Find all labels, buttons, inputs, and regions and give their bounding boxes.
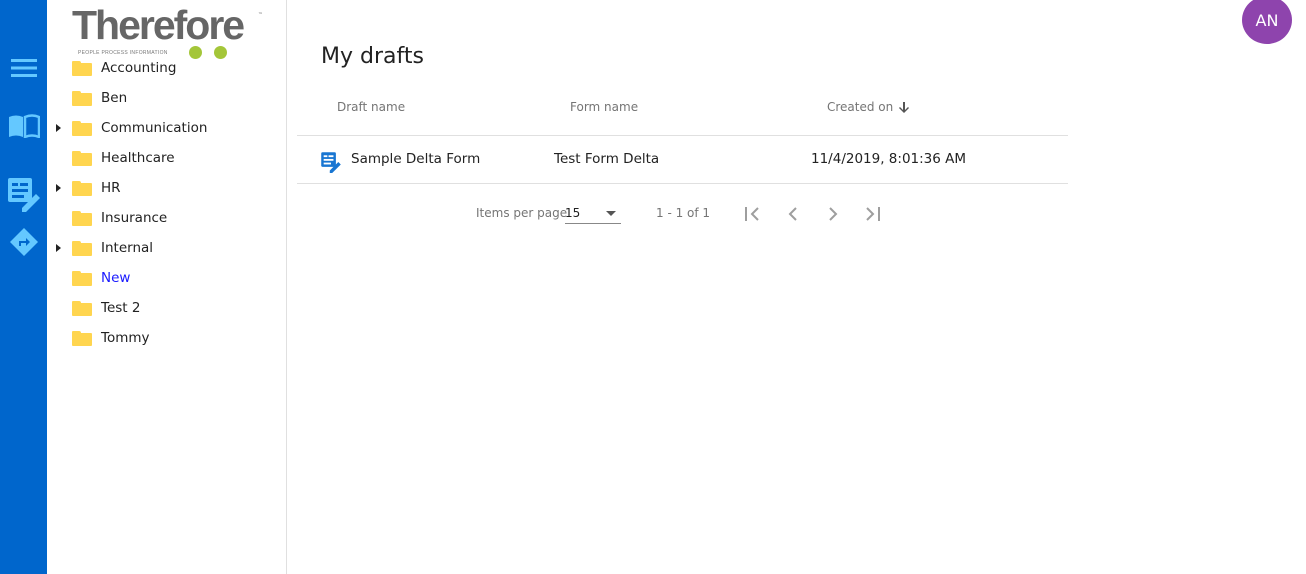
column-header-created-on-label: Created on — [827, 100, 894, 114]
folder-label: Communication — [101, 120, 208, 136]
folder-tree-item[interactable]: Insurance — [47, 203, 286, 233]
open-book-icon — [8, 114, 40, 138]
column-header-created-on[interactable]: Created on — [827, 100, 910, 114]
folder-label: Healthcare — [101, 150, 175, 166]
items-per-page-label: Items per page — [476, 206, 568, 220]
folder-label: New — [101, 270, 131, 286]
table-row[interactable]: Sample Delta Form Test Form Delta 11/4/2… — [297, 136, 1068, 184]
column-header-draft-name[interactable]: Draft name — [337, 100, 405, 114]
paginator: Items per page 15 1 - 1 of 1 — [297, 200, 1068, 228]
drafts-table: Draft name Form name Created on Sample D… — [297, 88, 1068, 184]
logo-wordmark: Therefore — [72, 2, 245, 48]
library-button[interactable] — [0, 106, 47, 146]
folder-tree-item[interactable]: Internal — [47, 233, 286, 263]
folder-icon — [72, 151, 92, 166]
folder-label: Accounting — [101, 60, 177, 76]
sort-descending-icon — [899, 101, 910, 113]
items-per-page-value: 15 — [565, 206, 581, 220]
items-per-page-select[interactable]: 15 — [565, 202, 621, 224]
main-content: My drafts Draft name Form name Created o… — [297, 0, 1097, 574]
next-page-button[interactable] — [819, 200, 847, 228]
folder-tree-item[interactable]: Tommy — [47, 323, 286, 353]
folder-icon — [72, 121, 92, 136]
cell-form-name: Test Form Delta — [554, 151, 660, 167]
folder-icon — [72, 211, 92, 226]
folder-tree-item[interactable]: Test 2 — [47, 293, 286, 323]
drafts-button[interactable] — [0, 174, 47, 214]
last-page-icon — [866, 207, 880, 221]
folder-tree-item[interactable]: Communication — [47, 113, 286, 143]
folder-icon — [72, 241, 92, 256]
folder-tree-item[interactable]: New — [47, 263, 286, 293]
page-title: My drafts — [321, 44, 424, 69]
expand-caret-icon[interactable] — [56, 124, 61, 132]
folder-icon — [72, 271, 92, 286]
folder-icon — [72, 301, 92, 316]
menu-button[interactable] — [0, 48, 47, 88]
hamburger-menu-icon — [10, 59, 37, 77]
expand-caret-icon[interactable] — [56, 184, 61, 192]
dropdown-caret-icon — [606, 211, 616, 216]
cell-draft-name: Sample Delta Form — [351, 151, 481, 167]
folder-tree-panel: Therefore ™ PEOPLE PROCESS INFORMATION A… — [47, 0, 287, 574]
first-page-button[interactable] — [739, 200, 767, 228]
therefore-logo: Therefore ™ PEOPLE PROCESS INFORMATION — [72, 2, 272, 60]
previous-page-button[interactable] — [779, 200, 807, 228]
folder-label: Ben — [101, 90, 128, 106]
expand-caret-icon[interactable] — [56, 244, 61, 252]
folder-icon — [72, 61, 92, 76]
column-header-form-name[interactable]: Form name — [570, 100, 638, 114]
folder-label: Tommy — [101, 330, 150, 346]
chevron-left-icon — [788, 207, 797, 221]
folder-tree-item[interactable]: Ben — [47, 83, 286, 113]
navigation-rail — [0, 0, 47, 574]
user-avatar[interactable]: AN — [1242, 0, 1292, 44]
last-page-button[interactable] — [859, 200, 887, 228]
folder-tree-item[interactable]: Accounting — [47, 53, 286, 83]
table-header: Draft name Form name Created on — [297, 88, 1068, 136]
folder-icon — [72, 91, 92, 106]
folder-label: HR — [101, 180, 121, 196]
folder-label: Insurance — [101, 210, 168, 226]
folder-icon — [72, 181, 92, 196]
workflow-button[interactable] — [0, 222, 47, 262]
folder-tree-item[interactable]: Healthcare — [47, 143, 286, 173]
folder-label: Internal — [101, 240, 154, 256]
directions-sign-icon — [9, 228, 38, 256]
chevron-right-icon — [829, 207, 838, 221]
first-page-icon — [745, 207, 759, 221]
folder-tree-item[interactable]: HR — [47, 173, 286, 203]
logo-trademark: ™ — [258, 12, 263, 18]
folder-icon — [72, 331, 92, 346]
form-edit-icon — [321, 152, 341, 173]
form-edit-icon — [7, 178, 40, 212]
page-range-label: 1 - 1 of 1 — [656, 206, 711, 220]
cell-created-on: 11/4/2019, 8:01:36 AM — [811, 151, 967, 167]
folder-label: Test 2 — [101, 300, 141, 316]
